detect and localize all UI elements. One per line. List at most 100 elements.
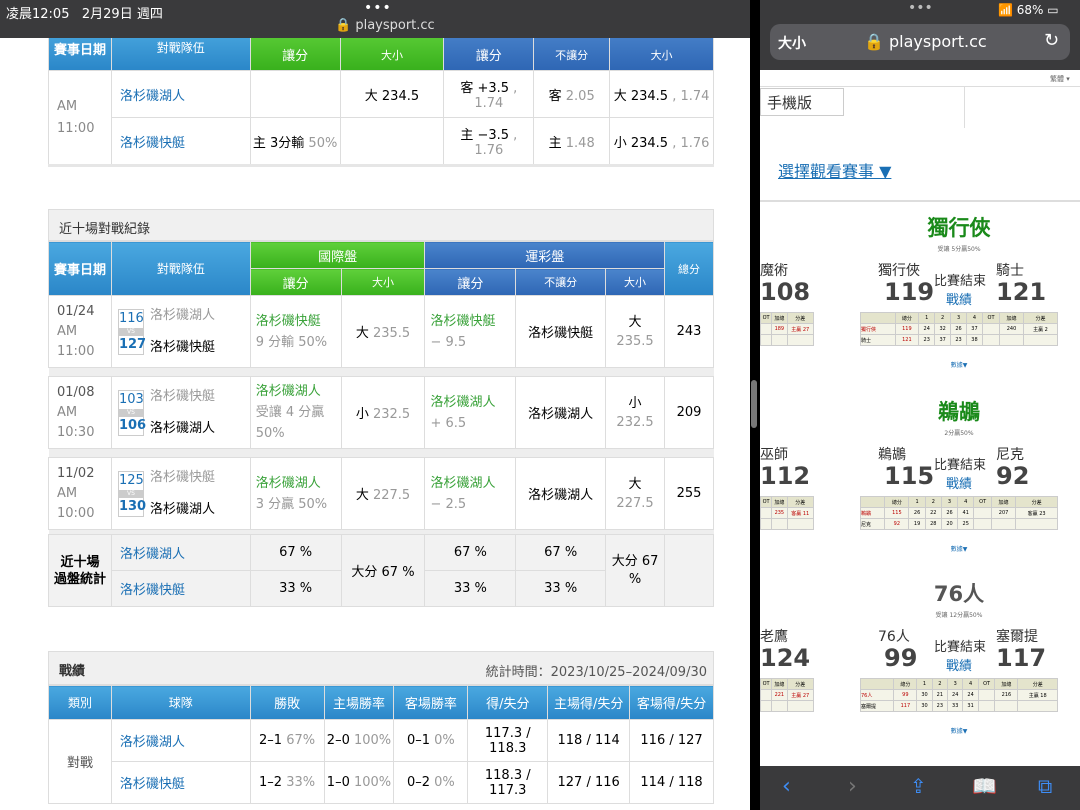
lottery-total-1: 大 234.5 , 1.74 [609, 70, 714, 118]
rec-pts-1: 117.3 / 118.3 [467, 719, 549, 762]
h2h-header-handicap2: 讓分 [424, 268, 517, 296]
team-link-2[interactable]: 洛杉磯快艇 [110, 117, 251, 165]
away-team[interactable]: 塞爾提 [996, 626, 1038, 646]
rec-apts-1: 116 / 127 [629, 719, 714, 762]
right-toolbar: ••• 📶 68% ▭ 大小 🔒 playsport.cc ↻ [760, 0, 1080, 70]
h2h-date: 01/08 AM 10:30 [48, 376, 112, 449]
home-team[interactable]: 76人 [878, 626, 910, 646]
away-team[interactable]: 尼克 [996, 444, 1024, 464]
quarter-cell [977, 689, 996, 701]
url-text[interactable]: 🔒 playsport.cc [864, 32, 987, 51]
quarter-cell: 207 [990, 507, 1017, 519]
home-team[interactable]: 鵜鶘 [878, 444, 906, 464]
h2h-score-1: 116 [118, 310, 144, 326]
team-link-1[interactable]: 洛杉磯湖人 [110, 70, 251, 118]
rec-team-2[interactable]: 洛杉磯快艇 [110, 761, 251, 804]
quarter-cell: 塞爾提 [859, 700, 895, 712]
quarter-cell: 99 [893, 689, 918, 701]
record-link[interactable]: 戰績 [946, 289, 972, 308]
quarter-cell [990, 518, 1017, 530]
quarter-cell: 37 [966, 323, 983, 335]
intl-handicap-1 [249, 70, 341, 118]
h2h-team-1: 洛杉磯湖人 [149, 307, 215, 323]
left-quarter-header: OT [760, 496, 773, 508]
winner-sub: 受讓 5分贏50% [937, 246, 981, 253]
quarter-cell: 216 [994, 689, 1019, 701]
quarter-cell [1022, 334, 1059, 346]
vs-label: VS [118, 327, 143, 336]
h2h-no-handicap: 洛杉磯快艇 [515, 295, 607, 368]
more-dots-icon[interactable]: ••• [364, 0, 392, 16]
quarter-cell: 92 [884, 518, 910, 530]
select-game-link[interactable]: 選擇觀看賽事 ▼ [778, 158, 891, 182]
quarter-cell: 31 [962, 700, 979, 712]
rec-header-home-pct: 主場勝率 [323, 685, 395, 720]
quarter-header: 加總 [999, 312, 1024, 324]
left-url[interactable]: 🔒 playsport.cc [335, 18, 435, 33]
quarter-cell: 32 [934, 323, 952, 335]
h2h-sum: 255 [664, 457, 714, 530]
quarter-header: 3 [947, 678, 964, 690]
reload-icon[interactable]: ↻ [1044, 30, 1059, 51]
record-link[interactable]: 戰績 [946, 473, 972, 492]
text-size-button[interactable]: 大小 [778, 33, 806, 53]
share-icon[interactable]: ⇪ [910, 774, 927, 798]
quarter-cell [1017, 700, 1058, 712]
winner-label: 鵜鶘 [938, 400, 980, 424]
left-quarter-table: OT 加總 分差 235 客贏 11 [760, 496, 815, 530]
h2h-header-no-handicap: 不讓分 [515, 268, 607, 296]
stats-it: 大分 67 % [340, 534, 426, 607]
quarter-cell [973, 507, 992, 519]
bookmarks-icon[interactable]: 📖 [972, 774, 997, 798]
stats-team-1[interactable]: 洛杉磯湖人 [110, 534, 251, 571]
quarter-cell: 23 [931, 700, 949, 712]
intl-total-1: 大 234.5 [339, 70, 445, 118]
rec-team-1[interactable]: 洛杉磯湖人 [110, 719, 251, 762]
quarter-cell: 76人 [859, 689, 895, 701]
forward-icon[interactable]: › [848, 774, 857, 799]
quarter-header: 4 [957, 496, 975, 508]
stats-lh-2: 33 % [424, 570, 517, 607]
quarter-cell: 117 [893, 700, 918, 712]
language-select[interactable]: 繁體 ▾ [1050, 74, 1070, 84]
stats-nh-2: 33 % [515, 570, 607, 607]
home-team[interactable]: 獨行俠 [878, 260, 920, 280]
left-quarter-header: 加總 [771, 678, 788, 690]
back-icon[interactable]: ‹ [782, 774, 791, 799]
away-score: 92 [996, 462, 1030, 490]
quarter-header: 2 [934, 312, 952, 324]
tabs-icon[interactable]: ⧉ [1038, 774, 1052, 798]
away-team[interactable]: 騎士 [996, 260, 1024, 280]
quarter-cell: 121 [894, 334, 920, 346]
rec-header-home-pts: 主場得/失分 [547, 685, 631, 720]
split-view-handle[interactable] [751, 380, 757, 428]
quarter-header: 4 [966, 312, 983, 324]
record-link[interactable]: 戰績 [946, 655, 972, 674]
quarter-cell: 22 [924, 507, 942, 519]
rec-header-cat: 類別 [48, 685, 112, 720]
home-score: 115 [884, 462, 935, 490]
left-quarter-header: 分差 [786, 496, 815, 508]
data-toggle[interactable]: 數據▼ [860, 544, 1058, 553]
quarter-cell: 33 [947, 700, 964, 712]
more-dots-icon[interactable]: ••• [908, 0, 933, 16]
rec-header-team: 球隊 [110, 685, 251, 720]
left-quarter-header: OT [760, 312, 773, 324]
left-quarter-cell: 主贏 27 [786, 689, 815, 701]
status-bar: 凌晨12:05 2月29日 週四 ••• 🔒 playsport.cc [0, 0, 750, 38]
mobile-version-button[interactable]: 手機版 [760, 88, 844, 116]
quarter-header: 2 [931, 678, 949, 690]
h2h-title: 近十場對戰紀錄 [48, 209, 714, 241]
stats-team-2[interactable]: 洛杉磯快艇 [110, 570, 251, 607]
rec-hpts-1: 118 / 114 [547, 719, 631, 762]
vs-label: VS [118, 489, 143, 498]
left-quarter-header: 加總 [771, 312, 788, 324]
h2h-no-handicap: 洛杉磯湖人 [515, 457, 607, 530]
data-toggle[interactable]: 數據▼ [860, 726, 1058, 735]
data-toggle[interactable]: 數據▼ [860, 360, 1058, 369]
url-bar[interactable]: 大小 🔒 playsport.cc ↻ [770, 24, 1070, 60]
quarter-cell [999, 334, 1024, 346]
stats-empty [664, 534, 714, 607]
quarter-header: 2 [924, 496, 942, 508]
quarter-table: 總分 1 2 3 4 OT 加總 分差 鵜鶘 115 26 22 26 41 207 客贏 23 尼克 92 19 2… [859, 496, 1058, 530]
